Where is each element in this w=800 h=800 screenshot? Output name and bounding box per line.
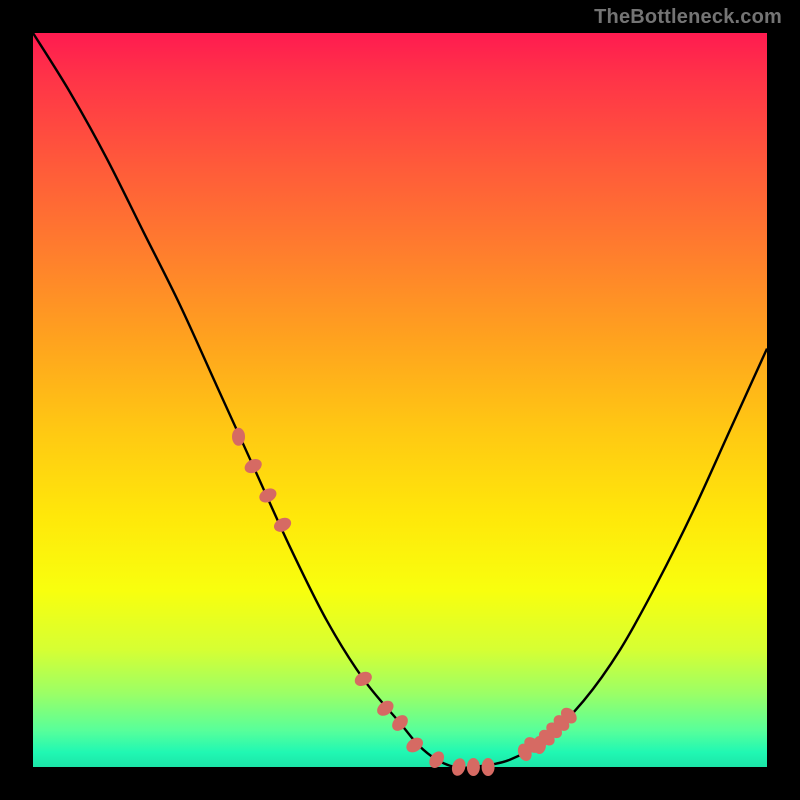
marker-dot <box>426 749 447 771</box>
marker-dot <box>242 456 264 476</box>
watermark-text: TheBottleneck.com <box>594 6 782 29</box>
marker-dot <box>232 428 245 446</box>
curve-svg <box>33 33 767 767</box>
curve-markers <box>232 428 580 778</box>
marker-dot <box>352 669 374 689</box>
chart-frame: TheBottleneck.com <box>0 0 800 800</box>
plot-area <box>33 33 767 767</box>
marker-dot <box>467 758 480 776</box>
marker-dot <box>404 735 426 756</box>
marker-dot <box>482 758 495 776</box>
marker-dot <box>257 486 279 506</box>
marker-dot <box>450 756 468 777</box>
bottleneck-curve <box>33 33 767 768</box>
